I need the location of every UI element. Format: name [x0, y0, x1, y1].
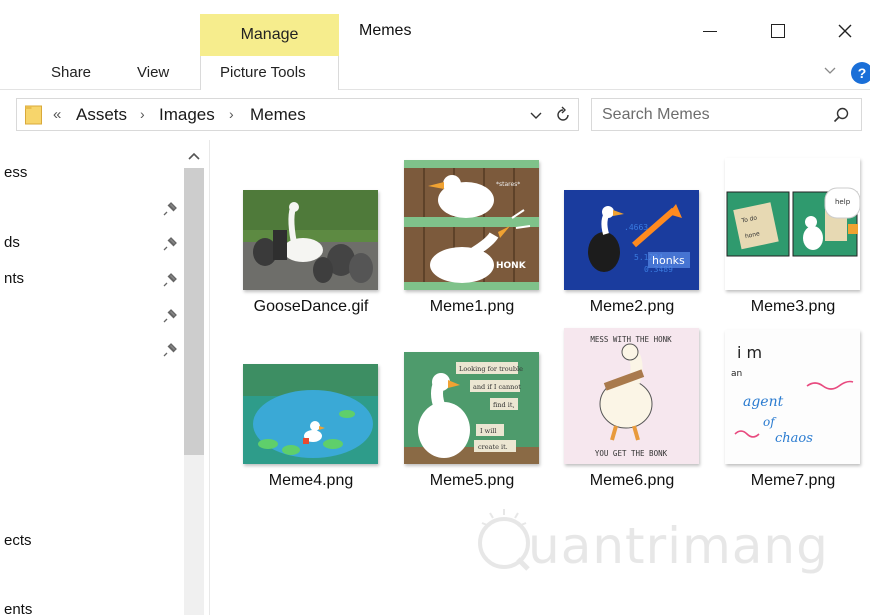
tab-picture-tools[interactable]: Picture Tools — [220, 64, 306, 81]
minimize-icon — [703, 30, 717, 32]
tab-view[interactable]: View — [137, 64, 169, 81]
thumbnail: i m an agent of chaos — [725, 330, 860, 464]
watermark: uantrimang — [474, 505, 828, 585]
help-icon[interactable]: ? — [851, 62, 870, 84]
thumbnail: To do hone help — [725, 158, 860, 290]
meme5-line: and if I cannot — [473, 383, 521, 391]
title-bar: Manage Memes — [0, 0, 870, 56]
meme5-line: I will — [480, 427, 496, 435]
meme7-line: i m — [737, 343, 762, 362]
search-box[interactable] — [591, 98, 862, 131]
nav-item-downloads[interactable]: ds — [4, 234, 20, 251]
meme7-line: agent — [743, 394, 784, 410]
pin-icon[interactable] — [162, 272, 178, 288]
meme5-line: create it. — [478, 443, 508, 451]
breadcrumb-assets[interactable]: Assets — [76, 105, 127, 125]
thumbnail: *stares* HONK — [404, 160, 539, 290]
breadcrumb-separator[interactable]: › — [229, 106, 234, 122]
meme1-top-caption: *stares* — [496, 181, 520, 188]
navigation-pane: ess ds nts ects ents — [0, 140, 210, 615]
maximize-icon — [771, 24, 785, 38]
refresh-icon[interactable] — [553, 105, 573, 125]
file-name[interactable]: Meme7.png — [713, 472, 870, 490]
thumbnail — [243, 190, 378, 290]
thumbnail: .46635.12040.3489 honks — [564, 190, 699, 290]
search-icon[interactable] — [832, 106, 850, 124]
file-name[interactable]: Meme4.png — [231, 472, 391, 490]
breadcrumb-overflow[interactable]: « — [53, 106, 61, 123]
svg-text:.4663: .4663 — [624, 223, 648, 232]
expand-ribbon-chevron-icon[interactable] — [822, 62, 838, 78]
watermark-text: uantrimang — [528, 517, 829, 575]
nav-scrollbar-thumb[interactable] — [184, 168, 204, 455]
watermark-logo-icon — [478, 509, 530, 571]
breadcrumb-images[interactable]: Images — [159, 105, 215, 125]
breadcrumb-separator[interactable]: › — [140, 106, 145, 122]
meme5-line: Looking for trouble — [459, 365, 523, 373]
breadcrumb-memes[interactable]: Memes — [250, 105, 306, 125]
file-name[interactable]: Meme3.png — [713, 298, 870, 316]
folder-icon — [25, 105, 42, 125]
minimize-button[interactable] — [690, 14, 730, 48]
pin-icon[interactable] — [162, 201, 178, 217]
window-title: Memes — [359, 22, 412, 39]
meme5-line: find it, — [493, 401, 515, 409]
file-name[interactable]: Meme1.png — [392, 298, 552, 316]
meme6-bottom-text: YOU GET THE BONK — [595, 449, 668, 458]
address-row: « Assets › Images › Memes — [0, 90, 870, 140]
file-name[interactable]: Meme2.png — [552, 298, 712, 316]
file-name[interactable]: GooseDance.gif — [231, 298, 391, 316]
tab-share[interactable]: Share — [51, 64, 91, 81]
pin-icon[interactable] — [162, 308, 178, 324]
meme7-line: chaos — [775, 431, 813, 446]
meme6-top-text: MESS WITH THE HONK — [590, 335, 672, 344]
close-button[interactable] — [825, 14, 865, 48]
thumbnail: MESS WITH THE HONK YOU GET THE BONK — [564, 328, 699, 464]
maximize-button[interactable] — [758, 14, 798, 48]
thumbnail: Looking for trouble and if I cannot find… — [404, 352, 539, 464]
ribbon-tabs: Share View Picture Tools — [0, 56, 870, 91]
nav-item-recents[interactable]: ents — [4, 601, 32, 615]
close-icon — [838, 24, 852, 38]
nav-item-quick-access[interactable]: ess — [4, 164, 27, 181]
search-input[interactable] — [602, 104, 822, 126]
pin-icon[interactable] — [162, 236, 178, 252]
nav-item-documents[interactable]: nts — [4, 270, 24, 287]
address-bar[interactable]: « Assets › Images › Memes — [16, 98, 579, 131]
pin-icon[interactable] — [162, 342, 178, 358]
meme3-bubble: help — [835, 198, 851, 206]
meme7-line: an — [731, 369, 742, 379]
manage-tab-label[interactable]: Manage — [200, 26, 339, 44]
scroll-up-chevron-icon[interactable] — [187, 150, 201, 162]
file-name[interactable]: Meme6.png — [552, 472, 712, 490]
file-name[interactable]: Meme5.png — [392, 472, 552, 490]
thumbnail — [243, 364, 378, 464]
meme1-honk-caption: HONK — [496, 261, 527, 271]
meme2-caption: honks — [652, 254, 685, 267]
address-dropdown-chevron-icon[interactable] — [527, 106, 545, 124]
nav-item-objects[interactable]: ects — [4, 532, 32, 549]
